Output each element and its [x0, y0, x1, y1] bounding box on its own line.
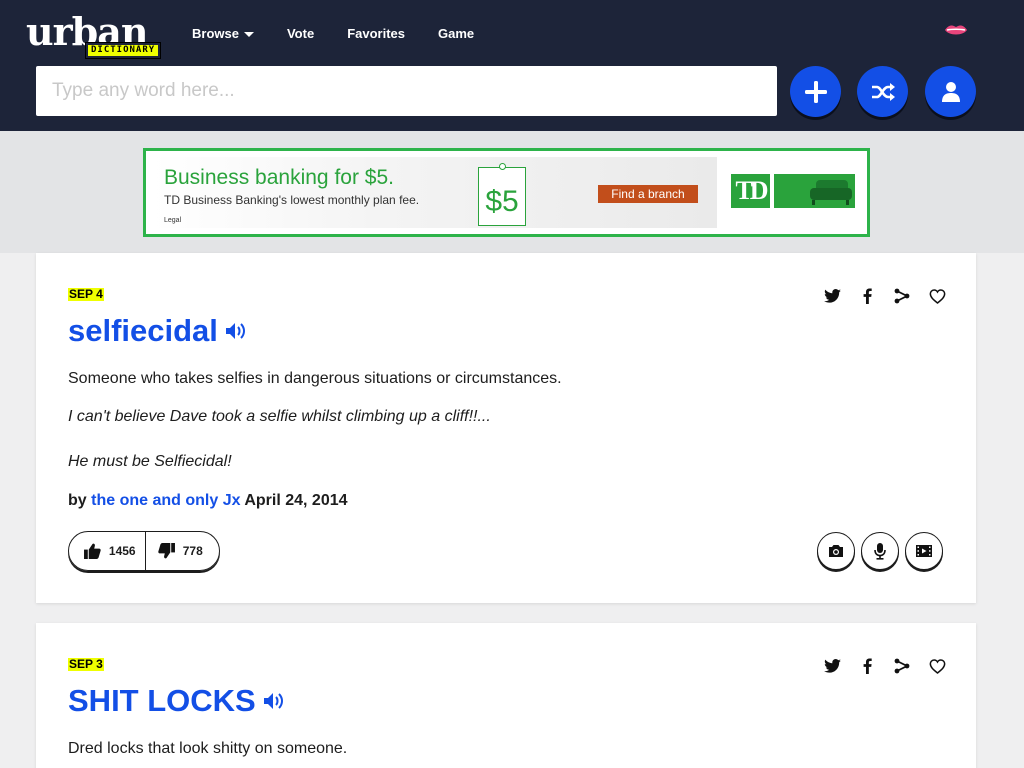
site-header: urban DICTIONARY Browse Vote Favorites G…	[0, 0, 1024, 131]
account-button[interactable]	[925, 66, 976, 117]
speaker-icon[interactable]	[225, 313, 247, 349]
facebook-icon[interactable]	[858, 657, 876, 675]
share-icon[interactable]	[893, 657, 911, 675]
entry-example: He must be Selfiecidal!	[68, 453, 232, 470]
logo-subtitle: DICTIONARY	[84, 42, 162, 59]
video-icon	[916, 545, 932, 557]
nav-browse-label: Browse	[192, 26, 239, 41]
user-icon	[941, 81, 960, 102]
entry-word-link[interactable]: SHIT LOCKS	[68, 683, 256, 719]
main-nav: Browse Vote Favorites Game	[192, 26, 507, 42]
entry-date: SEP 3	[68, 657, 104, 671]
entry-meaning: Dred locks that look shitty on someone.	[68, 740, 348, 757]
ad-subtitle: TD Business Banking's lowest monthly pla…	[164, 193, 420, 207]
upvote-count: 1456	[108, 544, 136, 558]
vote-buttons: 1456 778	[68, 531, 220, 571]
tag-hole	[499, 163, 506, 170]
byline-prefix: by	[68, 492, 87, 509]
ad-price: $5	[485, 185, 519, 218]
microphone-icon	[874, 542, 886, 560]
nav-vote[interactable]: Vote	[287, 26, 314, 42]
facebook-icon[interactable]	[858, 287, 876, 305]
entry-word: SHIT LOCKS	[68, 683, 285, 719]
share-bar	[806, 657, 946, 675]
heart-icon[interactable]	[928, 657, 946, 675]
nav-favorites-label: Favorites	[347, 26, 405, 41]
entry-meaning: Someone who takes selfies in dangerous s…	[68, 370, 562, 387]
nav-browse[interactable]: Browse	[192, 26, 254, 42]
entry-posted-date: April 24, 2014	[244, 492, 348, 509]
armchair-image	[774, 174, 855, 208]
plus-icon	[804, 80, 827, 103]
video-button[interactable]	[905, 532, 943, 570]
definition-card: SEP 3 SHIT LOCKS Dred locks that look sh…	[36, 623, 976, 768]
twitter-icon[interactable]	[823, 287, 841, 305]
speaker-icon[interactable]	[263, 683, 285, 719]
td-logo: TD	[731, 174, 770, 208]
downvote-count: 778	[182, 544, 203, 558]
add-definition-button[interactable]	[790, 66, 841, 117]
thumbs-down-icon	[158, 543, 175, 559]
nav-vote-label: Vote	[286, 26, 315, 41]
thumbs-up-icon	[83, 543, 101, 559]
lips-icon[interactable]	[944, 22, 968, 38]
entry-byline: by the one and only Jx April 24, 2014	[68, 491, 348, 511]
heart-icon[interactable]	[928, 287, 946, 305]
ad-title: Business banking for $5.	[164, 166, 394, 189]
chevron-down-icon	[243, 31, 254, 37]
ad-legal: Legal	[164, 217, 182, 224]
shuffle-icon	[871, 82, 895, 101]
site-logo[interactable]: urban DICTIONARY	[26, 12, 178, 59]
entry-date: SEP 4	[68, 287, 104, 301]
entry-word-link[interactable]: selfiecidal	[68, 313, 218, 349]
twitter-icon[interactable]	[823, 657, 841, 675]
nav-favorites[interactable]: Favorites	[347, 26, 405, 42]
microphone-button[interactable]	[861, 532, 899, 570]
camera-icon	[829, 545, 843, 557]
definition-card: SEP 4 selfiecidal Someone who takes self…	[36, 253, 976, 603]
downvote-button[interactable]: 778	[146, 532, 220, 570]
nav-game-label: Game	[438, 26, 475, 41]
price-tag-icon: $5	[478, 163, 526, 226]
search-input[interactable]	[36, 66, 777, 116]
share-bar	[806, 287, 946, 305]
ad-banner[interactable]: Business banking for $5. TD Business Ban…	[143, 148, 870, 237]
entry-word: selfiecidal	[68, 313, 247, 349]
camera-button[interactable]	[817, 532, 855, 570]
find-branch-button[interactable]: Find a branch	[598, 185, 698, 203]
upvote-button[interactable]: 1456	[69, 532, 146, 570]
share-icon[interactable]	[893, 287, 911, 305]
author-link[interactable]: the one and only Jx	[91, 492, 240, 509]
nav-game[interactable]: Game	[438, 26, 474, 42]
ad-content: Business banking for $5. TD Business Ban…	[152, 157, 717, 228]
random-button[interactable]	[857, 66, 908, 117]
entry-example: I can't believe Dave took a selfie whils…	[68, 408, 491, 425]
